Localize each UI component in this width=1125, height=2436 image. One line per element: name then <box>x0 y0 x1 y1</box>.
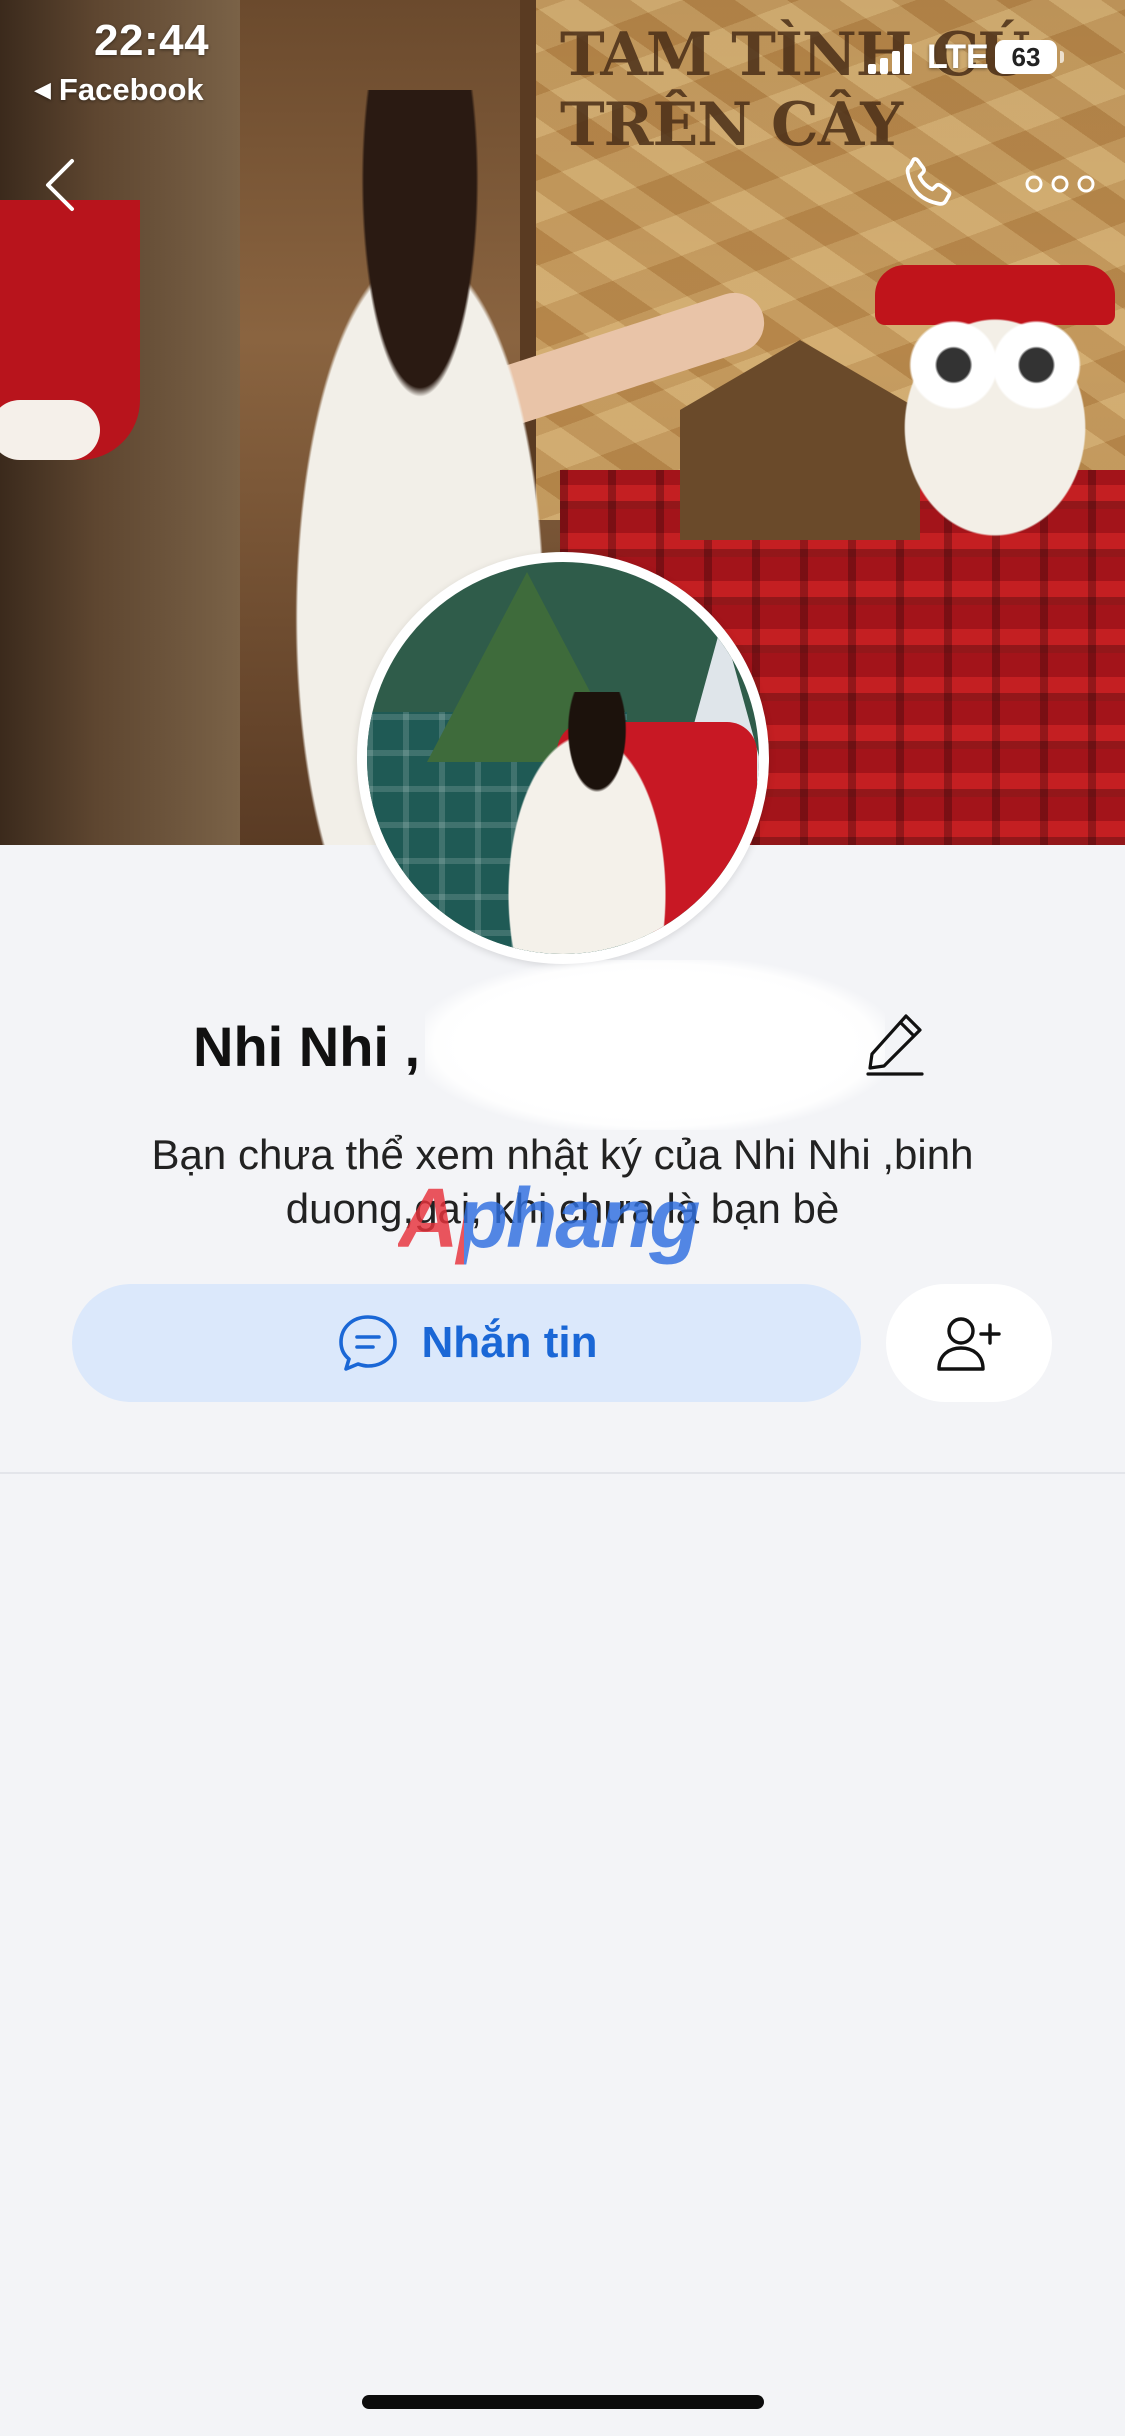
status-time: 22:44 <box>94 16 210 65</box>
add-friend-icon <box>937 1317 1001 1371</box>
cover-owl <box>880 290 1110 540</box>
privacy-message: Bạn chưa thể xem nhật ký của Nhi Nhi ,bi… <box>151 1131 974 1232</box>
section-divider <box>0 1472 1125 1474</box>
status-bar: 22:44 ◀ Facebook LTE 63 <box>0 0 1125 120</box>
profile-name: Nhi Nhi , <box>193 1015 421 1078</box>
avatar-person <box>487 692 687 954</box>
back-app-label: Facebook <box>58 72 204 107</box>
more-options-button[interactable] <box>1022 146 1098 222</box>
battery-icon: 63 <box>995 40 1064 74</box>
message-button-label: Nhắn tin <box>421 1318 598 1367</box>
chat-bubble-icon <box>338 1315 397 1371</box>
home-indicator[interactable] <box>362 2395 764 2409</box>
message-button[interactable]: Nhắn tin <box>72 1284 861 1402</box>
chevron-left-icon <box>46 159 74 211</box>
profile-avatar[interactable] <box>357 552 769 964</box>
call-button[interactable] <box>890 146 966 222</box>
signal-icon <box>868 42 916 74</box>
battery-level: 63 <box>1011 41 1041 72</box>
name-redaction <box>425 960 885 1130</box>
back-triangle-icon: ◀ <box>34 77 51 102</box>
profile-screen: TAM TÌNH CÚ TRÊN CÂY 22:44 ◀ Facebook LT… <box>0 0 1125 2436</box>
name-row: Nhi Nhi , <box>0 960 1125 1130</box>
add-friend-button[interactable] <box>886 1284 1052 1402</box>
back-button[interactable] <box>30 150 90 220</box>
back-to-app-link[interactable]: ◀ Facebook <box>34 72 204 108</box>
carrier-label: LTE <box>927 38 989 76</box>
phone-icon <box>905 157 952 206</box>
edit-name-button[interactable] <box>866 1010 930 1080</box>
more-dots-icon <box>1025 175 1095 193</box>
pencil-icon <box>866 1014 924 1076</box>
cover-stocking <box>0 200 140 460</box>
